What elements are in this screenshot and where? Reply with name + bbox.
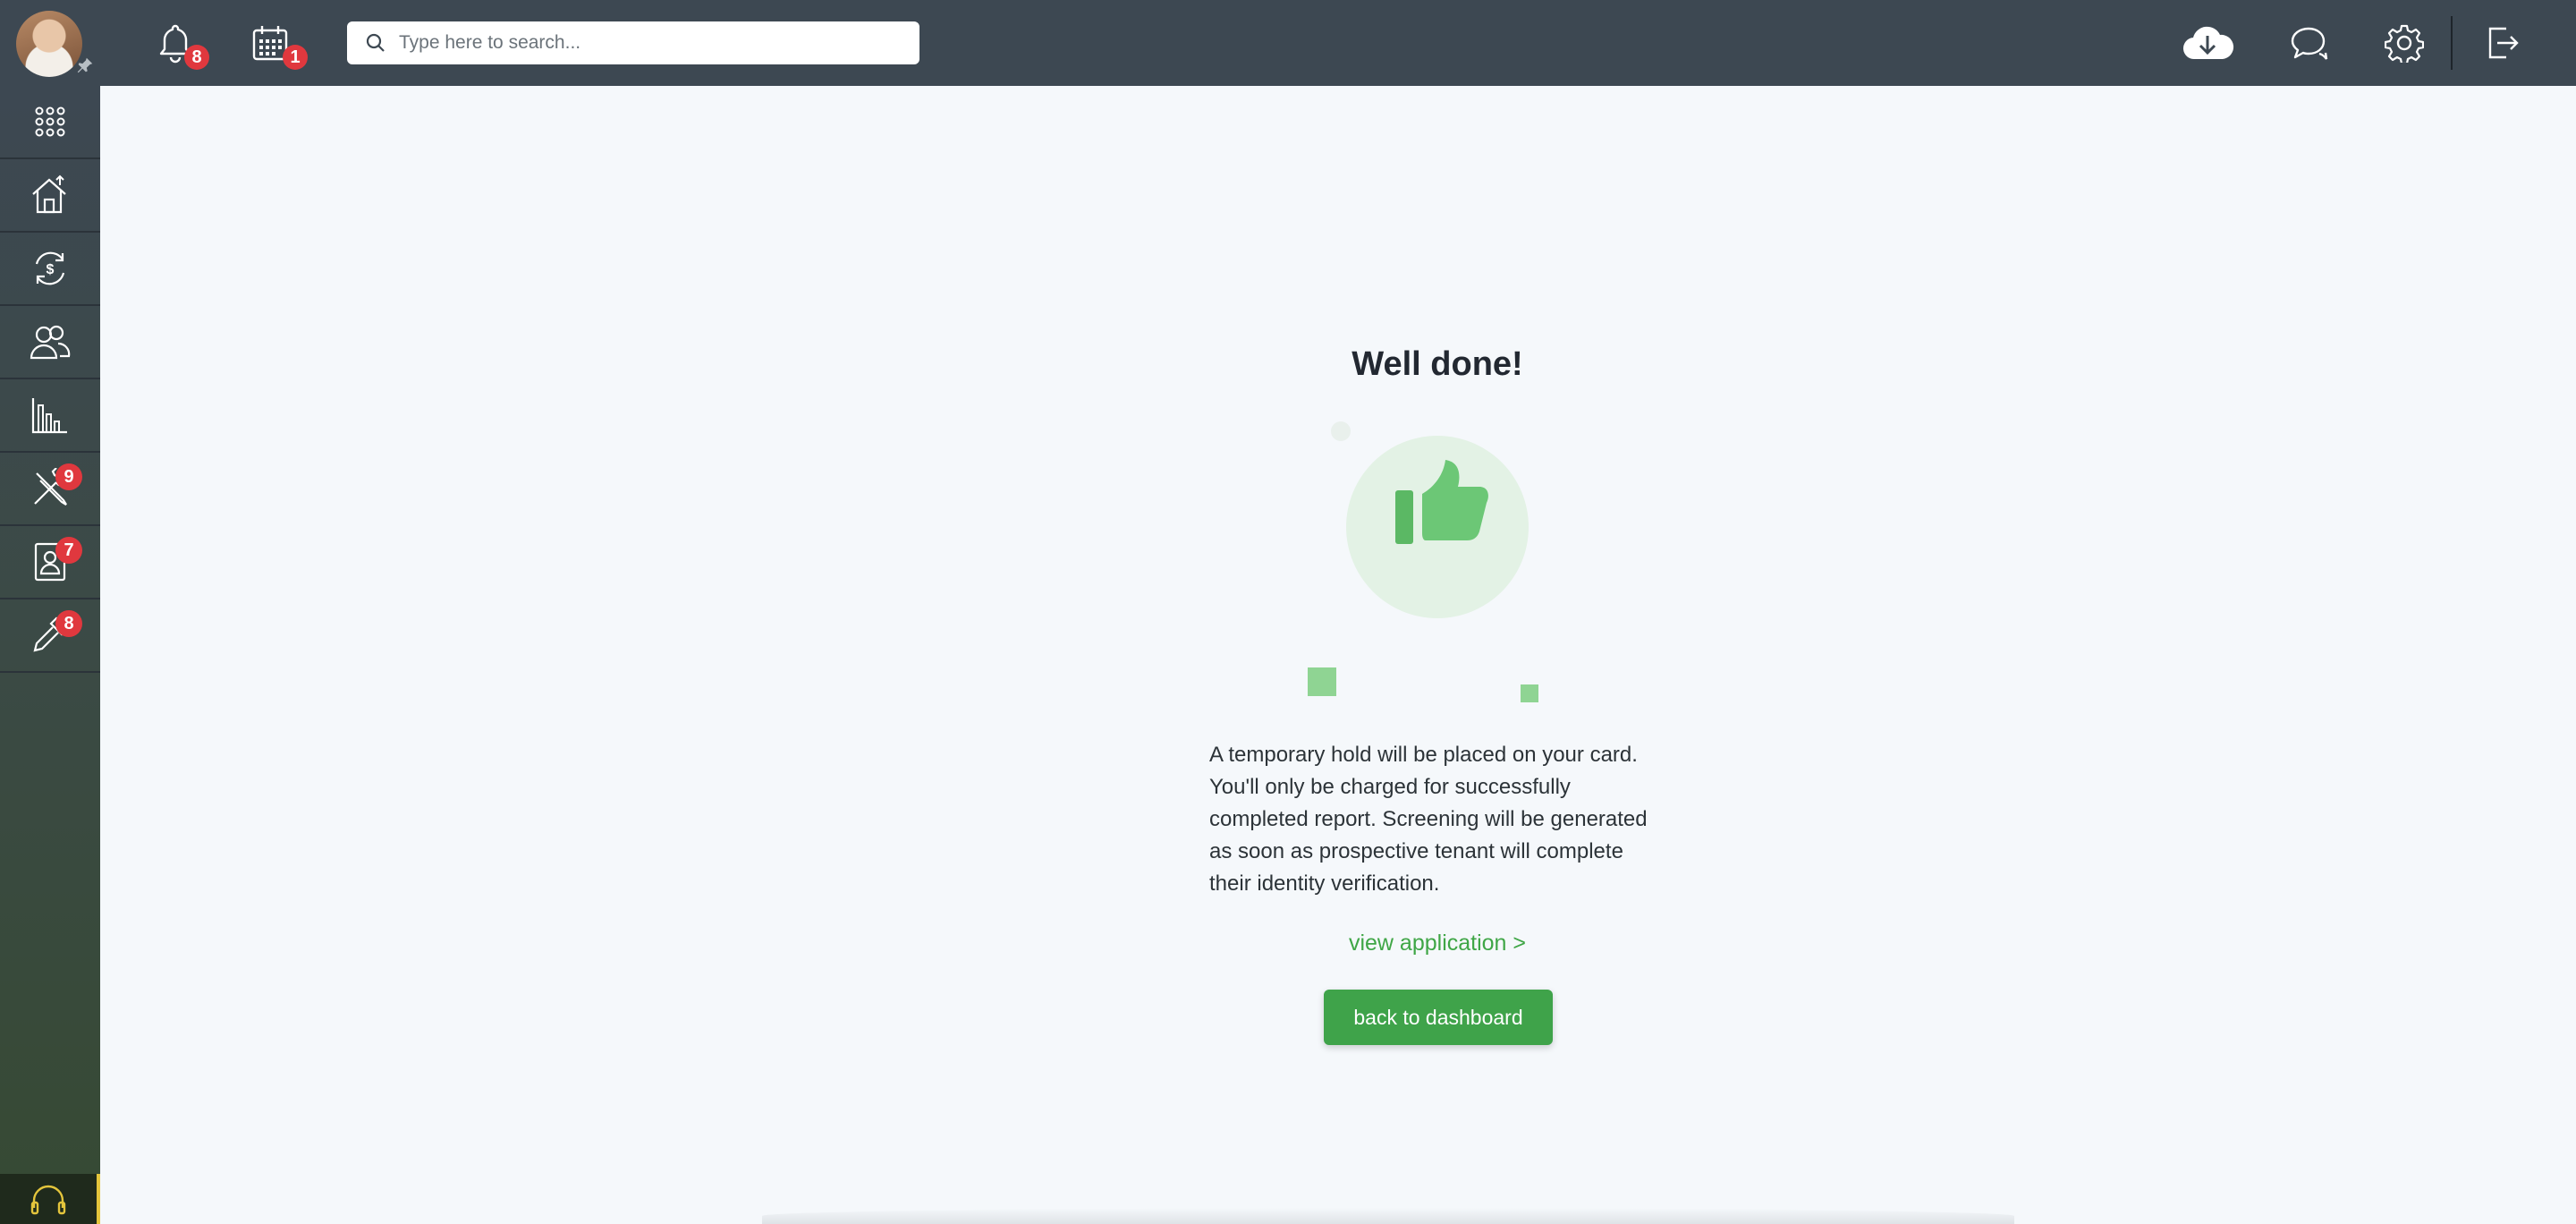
- users-icon: [30, 325, 71, 360]
- sidebar-item-properties[interactable]: [0, 159, 100, 233]
- bar-chart-icon: [31, 398, 67, 434]
- notifications-button[interactable]: 8: [150, 18, 209, 70]
- gear-icon: [2385, 24, 2424, 63]
- sidebar-item-tools[interactable]: 8: [0, 599, 100, 673]
- applications-badge: 7: [55, 537, 82, 564]
- main-content: Well done! A temporary hold will be plac…: [100, 86, 2576, 1224]
- decor-square-small-icon: [1521, 684, 1538, 702]
- top-bar: 8 1: [0, 0, 2576, 86]
- search-input[interactable]: [399, 32, 900, 54]
- sidebar-item-maintenance[interactable]: 9: [0, 453, 100, 526]
- search-box[interactable]: [347, 21, 919, 64]
- view-application-link[interactable]: view application >: [1258, 931, 1616, 956]
- logout-button[interactable]: [2478, 18, 2528, 68]
- sidebar-item-applications[interactable]: 7: [0, 526, 100, 599]
- settings-button[interactable]: [2379, 18, 2429, 68]
- logout-icon: [2488, 27, 2519, 59]
- apps-grid-icon: [35, 106, 65, 137]
- house-icon: [32, 174, 66, 214]
- chat-icon: [2291, 27, 2328, 60]
- tools-badge: 8: [55, 610, 82, 637]
- hold-message: A temporary hold will be placed on your …: [1209, 743, 1648, 896]
- money-cycle-icon: $: [35, 251, 65, 285]
- svg-text:$: $: [47, 262, 55, 277]
- sidebar-item-transactions[interactable]: $: [0, 233, 100, 306]
- panel-edge: [762, 1208, 2014, 1224]
- header-divider: [2451, 16, 2453, 70]
- sidebar: $ 9 7 8: [0, 86, 100, 1224]
- cloud-download-icon: [2182, 26, 2234, 60]
- avatar[interactable]: [16, 11, 82, 77]
- back-to-dashboard-button[interactable]: back to dashboard: [1324, 990, 1553, 1045]
- calendar-badge: 1: [283, 45, 308, 70]
- notifications-badge: 8: [184, 45, 209, 70]
- sidebar-item-people[interactable]: [0, 306, 100, 379]
- maintenance-badge: 9: [55, 463, 82, 490]
- thumbs-up-illustration: [1308, 421, 1538, 702]
- page-title: Well done!: [1352, 345, 1523, 383]
- decor-square-icon: [1308, 667, 1336, 696]
- headset-icon: [30, 1185, 66, 1215]
- chat-button[interactable]: [2284, 18, 2334, 68]
- decor-dot-icon: [1331, 421, 1351, 441]
- sidebar-item-apps[interactable]: [0, 86, 100, 159]
- calendar-button[interactable]: 1: [245, 18, 308, 70]
- support-button[interactable]: [0, 1174, 100, 1224]
- pin-icon[interactable]: [75, 55, 95, 75]
- cloud-download-button[interactable]: [2181, 18, 2234, 68]
- sidebar-item-reports[interactable]: [0, 379, 100, 453]
- search-icon: [366, 33, 385, 52]
- user-avatar-area[interactable]: [0, 0, 100, 86]
